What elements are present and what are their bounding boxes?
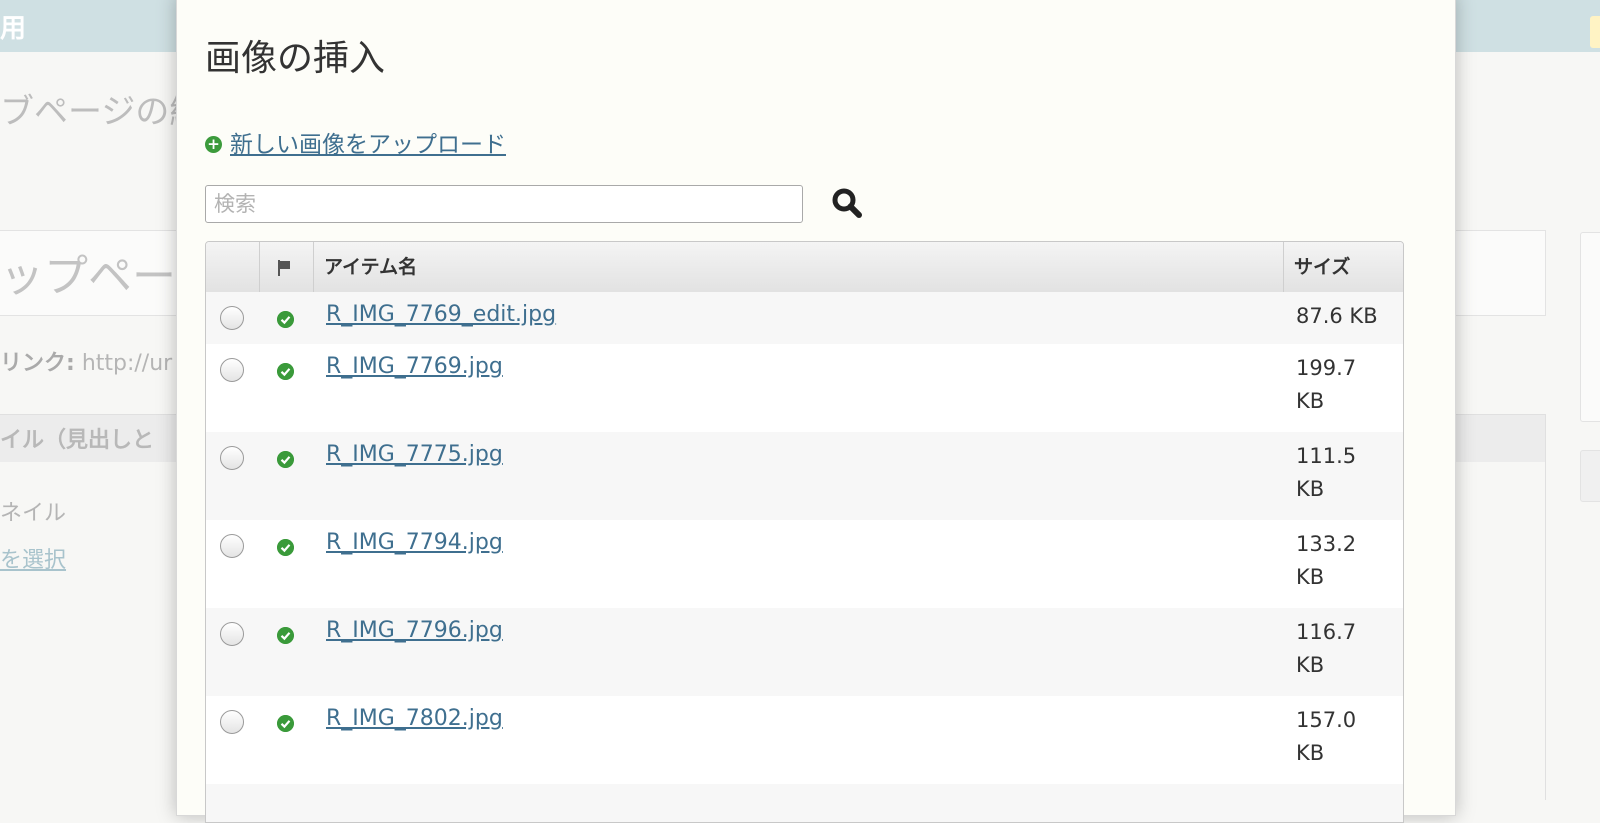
file-name-link[interactable]: R_IMG_7794.jpg xyxy=(326,530,503,555)
dialog-title: 画像の挿入 xyxy=(205,38,386,79)
flag-icon xyxy=(278,260,290,276)
upload-new-image-link[interactable]: 新しい画像をアップロード xyxy=(230,125,506,159)
file-size: 116.7 KB xyxy=(1296,616,1396,682)
file-size-value: 116.7 xyxy=(1296,620,1357,644)
upload-row: + 新しい画像をアップロード xyxy=(205,125,506,159)
file-size: 111.5 KB xyxy=(1296,440,1396,506)
check-circle-icon xyxy=(277,451,294,468)
select-thumbnail-link: を選択 xyxy=(0,548,67,573)
table-row[interactable]: R_IMG_7769.jpg 199.7 KB xyxy=(206,344,1403,432)
file-size-unit: KB xyxy=(1296,565,1325,589)
check-circle-icon xyxy=(277,715,294,732)
header-badge xyxy=(1590,16,1600,48)
file-size-unit: KB xyxy=(1296,653,1325,677)
file-size-value: 87.6 KB xyxy=(1296,304,1378,328)
select-column-header xyxy=(206,242,260,292)
file-size: 133.2 KB xyxy=(1296,528,1396,594)
file-size: 157.0 KB xyxy=(1296,704,1396,770)
table-row xyxy=(206,784,1403,822)
side-panel-secondary xyxy=(1580,450,1600,502)
search-input[interactable] xyxy=(205,185,803,223)
file-size: 199.7 KB xyxy=(1296,352,1396,418)
side-panel xyxy=(1580,232,1600,422)
size-column-header[interactable]: サイズ xyxy=(1284,242,1403,292)
check-circle-icon xyxy=(277,539,294,556)
table-row[interactable]: R_IMG_7802.jpg 157.0 KB xyxy=(206,696,1403,784)
permalink-row: リンク: http://ur xyxy=(0,345,172,377)
table-row[interactable]: R_IMG_7775.jpg 111.5 KB xyxy=(206,432,1403,520)
file-size-unit: KB xyxy=(1296,389,1325,413)
row-select-radio[interactable] xyxy=(220,710,244,734)
table-row[interactable]: R_IMG_7796.jpg 116.7 KB xyxy=(206,608,1403,696)
file-name-link[interactable]: R_IMG_7802.jpg xyxy=(326,706,503,731)
page-heading: ブページの編 xyxy=(0,92,204,132)
file-size-value: 111.5 xyxy=(1296,444,1357,468)
row-select-radio[interactable] xyxy=(220,446,244,470)
file-size-value: 199.7 xyxy=(1296,356,1357,380)
thumbnail-label: ネイル xyxy=(0,501,67,526)
table-row[interactable]: R_IMG_7769_edit.jpg 87.6 KB xyxy=(206,292,1403,344)
file-name-link[interactable]: R_IMG_7796.jpg xyxy=(326,618,503,643)
search-button[interactable] xyxy=(829,185,867,223)
row-select-radio[interactable] xyxy=(220,534,244,558)
name-column-header[interactable]: アイテム名 xyxy=(314,242,1284,292)
plus-circle-icon: + xyxy=(205,135,222,153)
file-size: 87.6 KB xyxy=(1296,300,1396,333)
flag-column-header xyxy=(260,242,314,292)
file-size-unit: KB xyxy=(1296,741,1325,765)
row-select-radio[interactable] xyxy=(220,358,244,382)
table-header: アイテム名 サイズ xyxy=(206,242,1403,293)
file-size-value: 133.2 xyxy=(1296,532,1357,556)
table-row[interactable]: R_IMG_7794.jpg 133.2 KB xyxy=(206,520,1403,608)
file-name-link[interactable]: R_IMG_7775.jpg xyxy=(326,442,503,467)
permalink-value: http://ur xyxy=(81,351,173,376)
file-name-link[interactable]: R_IMG_7769_edit.jpg xyxy=(326,302,556,327)
check-circle-icon xyxy=(277,627,294,644)
row-select-radio[interactable] xyxy=(220,622,244,646)
permalink-label: リンク: xyxy=(0,351,75,376)
app-header-title: 用 xyxy=(0,14,27,44)
image-table: アイテム名 サイズ R_IMG_7769_edit.jpg 87.6 KB R_… xyxy=(205,241,1404,823)
magnifier-icon xyxy=(832,188,862,218)
file-size-unit: KB xyxy=(1296,477,1325,501)
row-select-radio[interactable] xyxy=(220,306,244,330)
check-circle-icon xyxy=(277,363,294,380)
check-circle-icon xyxy=(277,311,294,328)
file-name-link[interactable]: R_IMG_7769.jpg xyxy=(326,354,503,379)
file-size-value: 157.0 xyxy=(1296,708,1357,732)
section-title: イル（見出しと xyxy=(0,428,155,453)
insert-image-dialog: 画像の挿入 + 新しい画像をアップロード アイテム名 サイズ xyxy=(176,0,1456,823)
